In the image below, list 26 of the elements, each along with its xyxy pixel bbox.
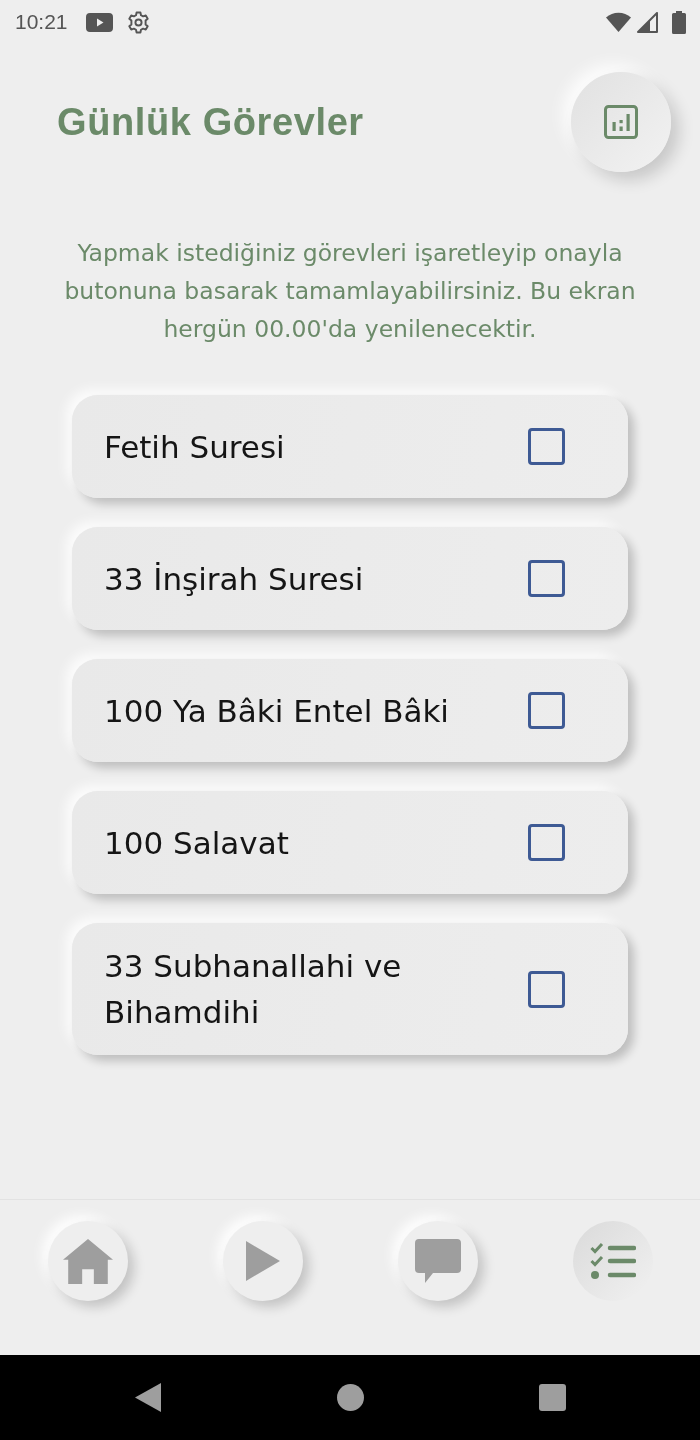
- settings-icon: [126, 10, 150, 34]
- home-circle-icon[interactable]: [336, 1384, 364, 1411]
- chat-bubble-icon: [414, 1239, 461, 1283]
- task-label: Fetih Suresi: [104, 427, 285, 467]
- play-icon: [245, 1241, 280, 1281]
- checkbox[interactable]: [528, 970, 565, 1008]
- video-play-icon: [85, 12, 113, 32]
- status-time: 10:21: [15, 10, 68, 34]
- task-label: 33 Subhanallahi ve Bihamdihi: [104, 947, 403, 1032]
- checkbox[interactable]: [528, 692, 565, 729]
- home-icon: [62, 1238, 113, 1284]
- wifi-icon: [606, 12, 631, 32]
- recents-icon[interactable]: [538, 1384, 566, 1411]
- checkbox[interactable]: [528, 428, 565, 465]
- task-label: 100 Salavat: [104, 823, 289, 863]
- battery-icon: [672, 10, 686, 34]
- instruction-text: Yapmak istediğiniz görevleri işaretleyip onayla butonuna basarak tamamlayabilirsiniz. Bu ekran hergün 00.00'da yenilenecektir.: [63, 238, 637, 345]
- back-icon[interactable]: [135, 1383, 161, 1412]
- task-label: 100 Ya Bâki Entel Bâki: [104, 691, 449, 731]
- bar-chart-icon: [604, 105, 638, 139]
- page-title: Günlük Görevler: [57, 100, 364, 144]
- signal-icon: [637, 11, 658, 33]
- checkbox[interactable]: [528, 824, 565, 861]
- checkbox[interactable]: [528, 560, 565, 597]
- task-label: 33 İnşirah Suresi: [104, 559, 364, 599]
- checklist-icon: [589, 1242, 636, 1280]
